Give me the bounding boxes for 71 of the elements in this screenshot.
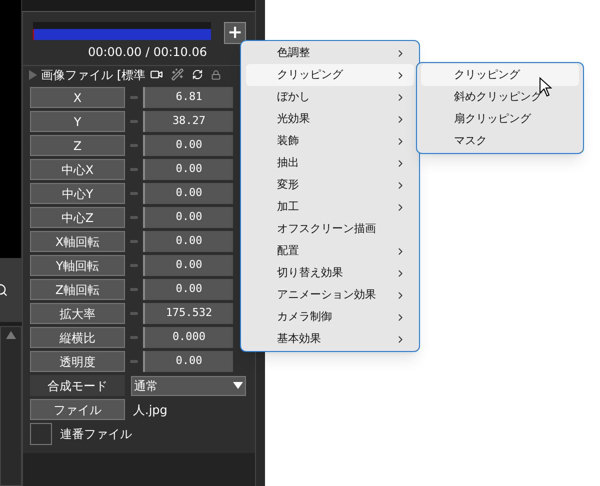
minus-handle[interactable]	[130, 312, 138, 315]
menu-item[interactable]: 切り替え効果	[246, 262, 414, 284]
value-field[interactable]: 0.00	[143, 135, 233, 156]
parameter-button[interactable]: 中心X	[30, 159, 125, 180]
menu-item[interactable]: 光効果	[246, 108, 414, 130]
blend-mode-label: 合成モード	[30, 375, 125, 396]
menu-item[interactable]: 変形	[246, 174, 414, 196]
parameter-button[interactable]: 中心Y	[30, 183, 125, 204]
sequence-checkbox[interactable]	[30, 423, 52, 445]
menu-item[interactable]: 斜めクリッピング	[421, 86, 579, 108]
camera-icon[interactable]	[150, 68, 162, 81]
value-field[interactable]: 0.00	[143, 255, 233, 276]
menu-item[interactable]: 扇クリッピング	[421, 108, 579, 130]
parameter-button[interactable]: Z軸回転	[30, 279, 125, 300]
parameter-button[interactable]: 透明度	[30, 351, 125, 372]
parameter-button[interactable]: X軸回転	[30, 231, 125, 252]
value-field[interactable]: 0.00	[143, 351, 233, 372]
minus-handle[interactable]	[130, 264, 138, 267]
lock-icon[interactable]	[210, 70, 220, 80]
wand-icon[interactable]	[170, 68, 184, 81]
minus-handle[interactable]	[130, 360, 138, 363]
menu-item[interactable]: 加工	[246, 196, 414, 218]
object-title: 画像ファイル [標準	[41, 66, 146, 84]
blend-mode-dropdown[interactable]: 通常	[131, 376, 246, 396]
parameter-button[interactable]: X	[30, 87, 125, 108]
menu-item[interactable]: 抽出	[246, 152, 414, 174]
scroll-up-icon[interactable]	[6, 331, 16, 339]
menu-item[interactable]: クリッピング	[421, 64, 579, 86]
menu-item[interactable]: アニメーション効果	[246, 284, 414, 306]
value-field[interactable]: 175.532	[143, 303, 233, 324]
menu-item[interactable]: 基本効果	[246, 328, 414, 350]
menu-item[interactable]: クリッピング	[246, 64, 414, 86]
menu-item[interactable]: カメラ制御	[246, 306, 414, 328]
minus-handle[interactable]	[130, 96, 138, 99]
parameter-button[interactable]: 中心Z	[30, 207, 125, 228]
value-field[interactable]: 0.00	[143, 183, 233, 204]
value-field[interactable]: 0.00	[143, 279, 233, 300]
minus-handle[interactable]	[130, 120, 138, 123]
minus-handle[interactable]	[130, 216, 138, 219]
sequence-label: 連番ファイル	[60, 426, 132, 443]
parameter-button[interactable]: 拡大率	[30, 303, 125, 324]
minus-handle[interactable]	[130, 240, 138, 243]
refresh-icon[interactable]	[192, 69, 202, 80]
minus-handle[interactable]	[130, 288, 138, 291]
menu-item[interactable]: 配置	[246, 240, 414, 262]
menu-item[interactable]: 装飾	[246, 130, 414, 152]
minus-handle[interactable]	[130, 144, 138, 147]
parameter-button[interactable]: Z	[30, 135, 125, 156]
file-name: 人.jpg	[133, 402, 168, 418]
value-field[interactable]: 0.00	[143, 159, 233, 180]
menu-item[interactable]: 色調整	[246, 42, 414, 64]
minus-handle[interactable]	[130, 336, 138, 339]
value-field[interactable]: 0.00	[143, 207, 233, 228]
timeline-bar[interactable]	[33, 22, 211, 40]
minus-handle[interactable]	[130, 168, 138, 171]
value-field[interactable]: 0.00	[143, 231, 233, 252]
add-button[interactable]: +	[224, 22, 246, 44]
dropdown-icon	[233, 382, 243, 389]
value-field[interactable]: 38.27	[143, 111, 233, 132]
parameter-button[interactable]: 縦横比	[30, 327, 125, 348]
time-display: 00:00.00 / 00:10.06	[88, 44, 207, 61]
minus-handle[interactable]	[130, 192, 138, 195]
parameter-button[interactable]: Y軸回転	[30, 255, 125, 276]
file-button[interactable]: ファイル	[30, 399, 125, 420]
value-field[interactable]: 0.000	[143, 327, 233, 348]
value-field[interactable]: 6.81	[143, 87, 233, 108]
menu-item[interactable]: オフスクリーン描画	[246, 218, 414, 240]
parameter-button[interactable]: Y	[30, 111, 125, 132]
expand-icon[interactable]	[29, 70, 37, 80]
menu-item[interactable]: マスク	[421, 130, 579, 152]
menu-item[interactable]: ぼかし	[246, 86, 414, 108]
